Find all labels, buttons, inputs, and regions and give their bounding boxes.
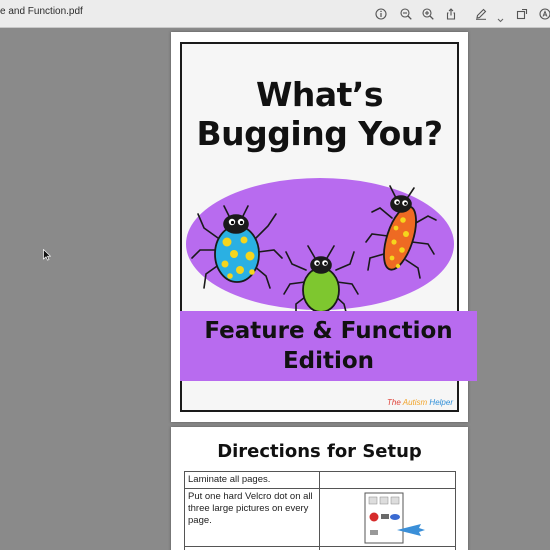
table-cell-image: [319, 546, 456, 550]
mouse-cursor-icon: [43, 249, 51, 261]
highlight-icon[interactable]: [539, 8, 550, 20]
table-cell-instruction: Put one hard Velcro dot on all three lar…: [183, 488, 321, 547]
velcro-page-thumbnail: [349, 492, 427, 544]
subtitle-band: Feature & Function Edition: [180, 311, 477, 381]
pdf-page-cover[interactable]: What’s Bugging You? Feature & Function E…: [171, 32, 477, 422]
cover-frame: What’s Bugging You? Feature & Function E…: [180, 42, 477, 412]
zoom-out-icon[interactable]: [400, 8, 412, 20]
table-cell-instruction: [183, 546, 321, 550]
chevron-down-icon[interactable]: [497, 9, 504, 23]
publisher-logo: The Autism Helper: [387, 398, 453, 407]
document-title: e and Function.pdf: [0, 6, 83, 17]
info-icon[interactable]: [375, 8, 387, 20]
setup-table: Laminate all pages. Put one hard Velcro …: [183, 471, 456, 550]
table-cell-image: [319, 471, 456, 489]
rotate-icon[interactable]: [516, 8, 528, 20]
zoom-in-icon[interactable]: [422, 8, 434, 20]
viewer-toolbar: e and Function.pdf: [0, 0, 550, 28]
table-row: [183, 546, 456, 550]
table-cell-image: [319, 488, 456, 547]
cover-title-line2: Bugging You?: [196, 114, 443, 153]
pdf-page-directions[interactable]: Directions for Setup Laminate all pages.…: [171, 427, 468, 550]
table-row: Laminate all pages.: [183, 471, 456, 489]
directions-title: Directions for Setup: [217, 441, 422, 462]
table-row: Put one hard Velcro dot on all three lar…: [183, 488, 456, 547]
markup-pen-icon[interactable]: [475, 8, 487, 20]
share-icon[interactable]: [445, 8, 457, 20]
cover-subtitle-line2: Edition: [282, 348, 375, 374]
cover-title: What’s Bugging You?: [182, 75, 457, 153]
cover-subtitle: Feature & Function Edition: [180, 316, 477, 376]
table-cell-instruction: Laminate all pages.: [183, 471, 321, 489]
cover-subtitle-line1: Feature & Function: [204, 318, 453, 344]
bugs-illustration: [186, 178, 454, 312]
cover-title-line1: What’s: [255, 75, 384, 114]
